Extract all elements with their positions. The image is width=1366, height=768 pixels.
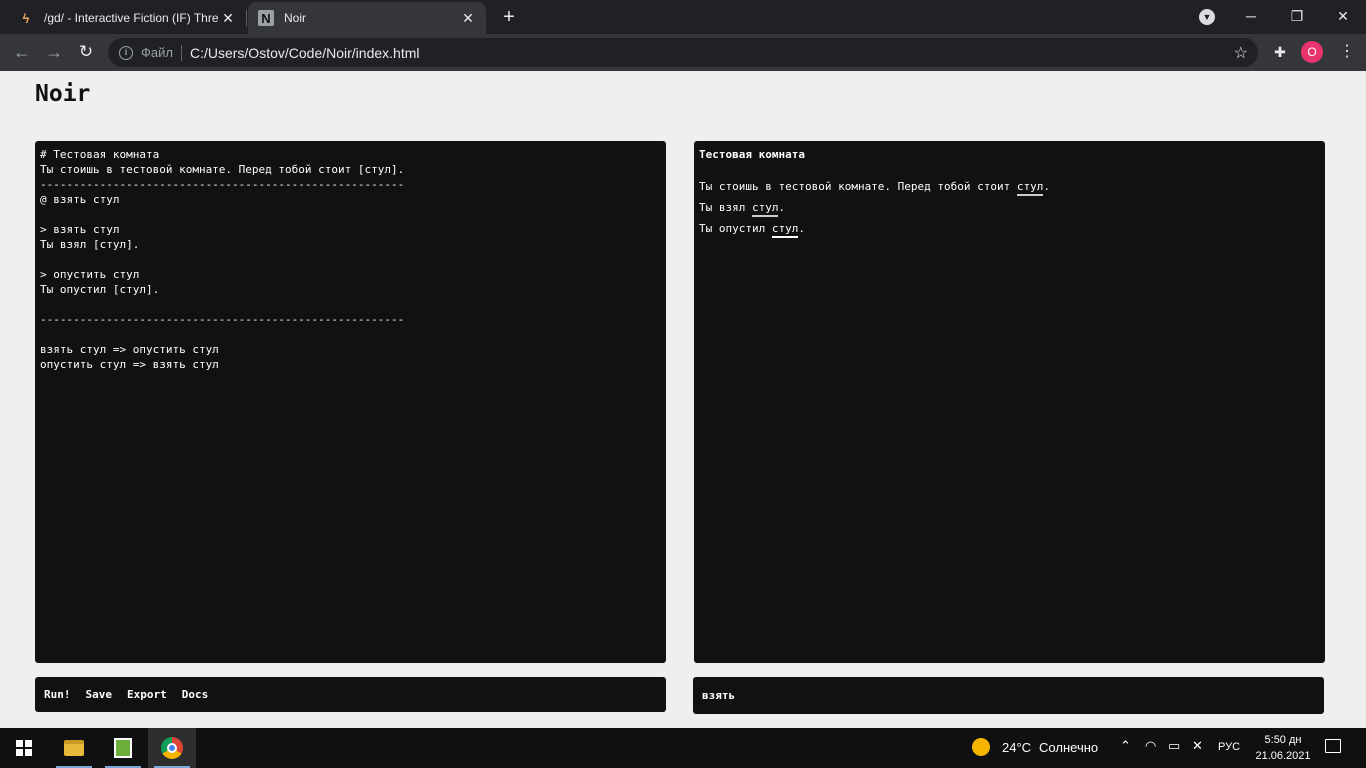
keyword-link[interactable]: стул	[751, 201, 779, 217]
output-line: Ты опустил стул.	[699, 221, 1320, 238]
keyword-link[interactable]: стул	[771, 222, 799, 238]
tab-title: Noir	[284, 11, 307, 25]
save-button[interactable]: Save	[86, 688, 113, 701]
page-title: Noir	[35, 81, 91, 107]
chrome-icon	[161, 737, 183, 759]
avatar[interactable]: O	[1301, 41, 1323, 63]
battery-icon[interactable]: ▭	[1168, 738, 1180, 754]
output-text: .	[798, 222, 805, 235]
output-text: .	[1043, 180, 1051, 193]
output-text: .	[778, 201, 786, 214]
url-text[interactable]: C:/Users/Ostov/Code/Noir/index.html	[190, 45, 420, 61]
start-button[interactable]	[0, 728, 48, 768]
taskbar-file-explorer[interactable]	[50, 728, 98, 768]
new-tab-button[interactable]: +	[498, 6, 520, 28]
n-icon: N	[258, 10, 274, 26]
room-heading: Тестовая комната	[699, 148, 805, 161]
docs-button[interactable]: Docs	[182, 688, 209, 701]
star-icon[interactable]: ☆	[1234, 43, 1248, 63]
restore-button[interactable]: ❐	[1274, 4, 1320, 28]
wifi-icon[interactable]: ◠	[1145, 738, 1156, 754]
sun-icon	[972, 738, 990, 756]
browser-toolbar: ← → ↻ i Файл C:/Users/Ostov/Code/Noir/in…	[0, 34, 1366, 71]
tab-search-icon[interactable]: ▼	[1199, 9, 1215, 25]
close-icon[interactable]: ✕	[460, 10, 476, 27]
output-text: Ты стоишь в тестовой комнате. Перед тобо…	[699, 180, 1017, 193]
forward-arrow-icon[interactable]: →	[42, 40, 66, 64]
taskbar-notepad[interactable]	[99, 728, 147, 768]
notepad-icon	[114, 738, 132, 758]
address-bar[interactable]: i Файл C:/Users/Ostov/Code/Noir/index.ht…	[108, 38, 1258, 67]
clock-time: 5:50 дн	[1264, 734, 1302, 746]
browser-tab-strip: ϟ /gd/ - Interactive Fiction (IF) Thre ✕…	[0, 0, 1366, 34]
weather-temp: 24°C	[1002, 739, 1032, 755]
lightning-icon: ϟ	[22, 10, 30, 26]
output-text: Ты опустил	[699, 222, 772, 235]
taskbar: 24°C Солнечно ⌃ ◠ ▭ ✕ РУС 5:50 дн 21.06.…	[0, 728, 1366, 768]
page: Noir # Тестовая комната Ты стоишь в тест…	[0, 71, 1366, 728]
minimize-button[interactable]: ─	[1228, 4, 1274, 28]
language-indicator[interactable]: РУС	[1218, 741, 1240, 753]
editor-text[interactable]: # Тестовая комната Ты стоишь в тестовой …	[40, 147, 661, 372]
back-arrow-icon[interactable]: ←	[10, 40, 34, 64]
close-window-button[interactable]: ✕	[1320, 4, 1366, 28]
taskbar-chrome[interactable]	[148, 728, 196, 768]
output-line: Ты стоишь в тестовой комнате. Перед тобо…	[699, 179, 1320, 196]
source-editor[interactable]: # Тестовая комната Ты стоишь в тестовой …	[35, 141, 666, 663]
tab-separator	[246, 10, 247, 26]
chevron-up-icon[interactable]: ⌃	[1120, 738, 1131, 754]
scheme-label: Файл	[141, 45, 173, 60]
keyword-link[interactable]: стул	[1016, 180, 1044, 196]
reload-icon[interactable]: ↻	[74, 40, 98, 64]
action-bar: Run! Save Export Docs	[35, 677, 666, 712]
command-bar	[693, 677, 1324, 714]
folder-icon	[64, 740, 84, 756]
speaker-muted-icon[interactable]: ✕	[1192, 738, 1203, 754]
clock-date: 21.06.2021	[1255, 750, 1311, 762]
tab-noir[interactable]: N Noir ✕	[248, 2, 486, 34]
windows-icon	[16, 740, 32, 756]
tab-gd-thread[interactable]: ϟ /gd/ - Interactive Fiction (IF) Thre ✕	[8, 2, 246, 34]
weather-condition: Солнечно	[1039, 739, 1099, 755]
run-button[interactable]: Run!	[44, 688, 71, 701]
command-input[interactable]	[702, 689, 1302, 702]
notification-icon[interactable]	[1325, 739, 1341, 753]
output-text: Ты взял	[699, 201, 752, 214]
export-button[interactable]: Export	[127, 688, 167, 701]
close-icon[interactable]: ✕	[220, 10, 236, 27]
puzzle-icon[interactable]: ✚	[1271, 43, 1289, 61]
tab-title: /gd/ - Interactive Fiction (IF) Thre	[44, 11, 219, 25]
story-output: Тестовая комната Ты стоишь в тестовой ко…	[694, 141, 1325, 663]
weather-widget[interactable]: 24°C Солнечно	[972, 738, 1098, 756]
menu-dots-icon[interactable]: ⋮	[1339, 40, 1355, 64]
system-clock[interactable]: 5:50 дн 21.06.2021	[1253, 732, 1313, 764]
info-icon[interactable]: i	[119, 45, 133, 60]
omnibox-divider	[180, 44, 182, 61]
output-line: Ты взял стул.	[699, 200, 1320, 217]
